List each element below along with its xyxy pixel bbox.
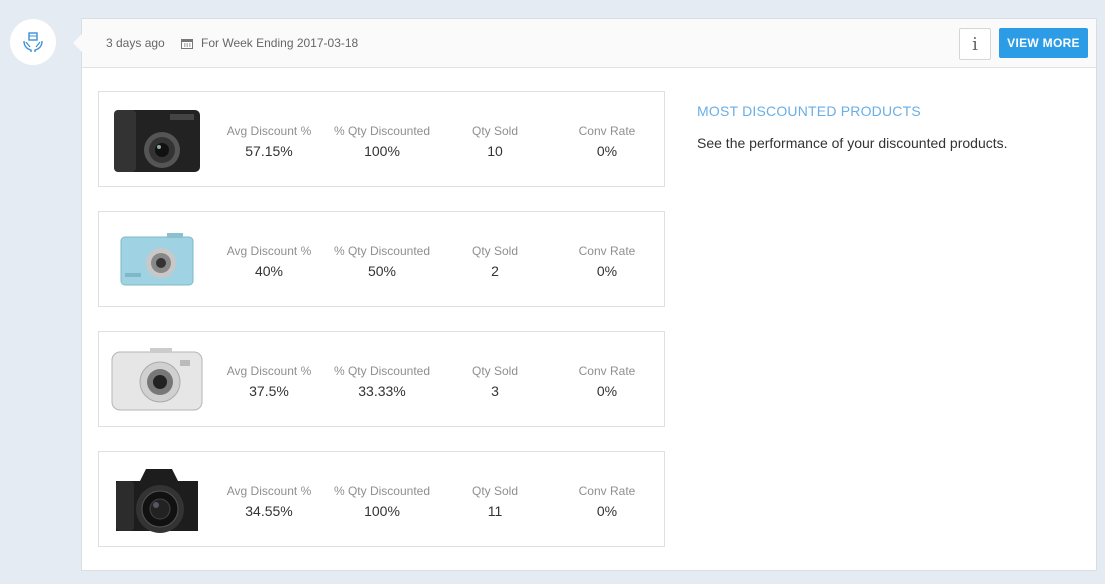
- conv-rate-value: 0%: [596, 263, 618, 279]
- product-row[interactable]: Avg Discount % 57.15% % Qty Discounted 1…: [98, 91, 665, 187]
- conv-rate-label: Conv Rate: [578, 124, 636, 138]
- qty-discounted-value: 50%: [367, 263, 397, 279]
- qty-sold: Qty Sold 2: [435, 244, 555, 279]
- product-row[interactable]: Avg Discount % 40% % Qty Discounted 50% …: [98, 211, 665, 307]
- avg-discount-value: 34.55%: [245, 503, 293, 519]
- conv-rate: Conv Rate 0%: [547, 484, 667, 519]
- qty-sold: Qty Sold 10: [435, 124, 555, 159]
- calendar-icon: [181, 38, 193, 49]
- avg-discount-label: Avg Discount %: [226, 364, 312, 378]
- product-image-black-compact-camera: [107, 98, 207, 182]
- avg-discount-value: 40%: [254, 263, 284, 279]
- avg-discount-value: 37.5%: [249, 383, 289, 399]
- time-ago: 3 days ago: [106, 36, 165, 50]
- week-ending: For Week Ending 2017-03-18: [181, 36, 358, 50]
- qty-discounted: % Qty Discounted 50%: [322, 244, 442, 279]
- avg-discount: Avg Discount % 34.55%: [209, 484, 329, 519]
- hands-box-icon: [23, 32, 43, 52]
- qty-discounted-label: % Qty Discounted: [333, 484, 431, 498]
- view-more-button[interactable]: VIEW MORE: [999, 28, 1088, 58]
- qty-sold-value: 11: [487, 503, 503, 519]
- qty-discounted-value: 100%: [364, 503, 400, 519]
- week-label: For Week Ending 2017-03-18: [201, 36, 359, 50]
- product-image-silver-compact-camera: [107, 338, 207, 422]
- avg-discount: Avg Discount % 57.15%: [209, 124, 329, 159]
- card-header: 3 days ago For Week Ending 2017-03-18 i …: [82, 19, 1096, 68]
- qty-discounted: % Qty Discounted 100%: [322, 124, 442, 159]
- conv-rate-label: Conv Rate: [578, 484, 636, 498]
- conv-rate-label: Conv Rate: [578, 364, 636, 378]
- avg-discount-label: Avg Discount %: [226, 244, 312, 258]
- avg-discount: Avg Discount % 37.5%: [209, 364, 329, 399]
- qty-sold-label: Qty Sold: [471, 364, 519, 378]
- conv-rate: Conv Rate 0%: [547, 244, 667, 279]
- product-row[interactable]: Avg Discount % 37.5% % Qty Discounted 33…: [98, 331, 665, 427]
- avg-discount-label: Avg Discount %: [226, 484, 312, 498]
- qty-discounted-label: % Qty Discounted: [333, 364, 431, 378]
- product-image-blue-compact-camera: [107, 218, 207, 302]
- conv-rate: Conv Rate 0%: [547, 124, 667, 159]
- qty-sold-value: 3: [491, 383, 499, 399]
- product-image-black-dslr-camera: [107, 458, 207, 542]
- qty-sold: Qty Sold 3: [435, 364, 555, 399]
- conv-rate-value: 0%: [596, 143, 618, 159]
- qty-discounted: % Qty Discounted 100%: [322, 484, 442, 519]
- conv-rate-value: 0%: [596, 383, 618, 399]
- qty-sold: Qty Sold 11: [435, 484, 555, 519]
- product-row[interactable]: Avg Discount % 34.55% % Qty Discounted 1…: [98, 451, 665, 547]
- qty-sold-label: Qty Sold: [471, 124, 519, 138]
- qty-discounted-label: % Qty Discounted: [333, 244, 431, 258]
- qty-discounted-label: % Qty Discounted: [333, 124, 431, 138]
- qty-discounted: % Qty Discounted 33.33%: [322, 364, 442, 399]
- qty-discounted-value: 33.33%: [358, 383, 406, 399]
- qty-sold-value: 2: [491, 263, 499, 279]
- qty-sold-label: Qty Sold: [471, 484, 519, 498]
- info-button[interactable]: i: [959, 28, 991, 60]
- qty-discounted-value: 100%: [364, 143, 400, 159]
- avg-discount-label: Avg Discount %: [226, 124, 312, 138]
- avg-discount: Avg Discount % 40%: [209, 244, 329, 279]
- qty-sold-label: Qty Sold: [471, 244, 519, 258]
- section-title: MOST DISCOUNTED PRODUCTS: [697, 103, 921, 119]
- avatar: [10, 19, 56, 65]
- product-list: Avg Discount % 57.15% % Qty Discounted 1…: [98, 91, 665, 571]
- section-description: See the performance of your discounted p…: [697, 135, 1008, 151]
- conv-rate: Conv Rate 0%: [547, 364, 667, 399]
- conv-rate-label: Conv Rate: [578, 244, 636, 258]
- conv-rate-value: 0%: [596, 503, 618, 519]
- avg-discount-value: 57.15%: [245, 143, 293, 159]
- qty-sold-value: 10: [487, 143, 503, 159]
- discount-card: 3 days ago For Week Ending 2017-03-18 i …: [73, 18, 1097, 571]
